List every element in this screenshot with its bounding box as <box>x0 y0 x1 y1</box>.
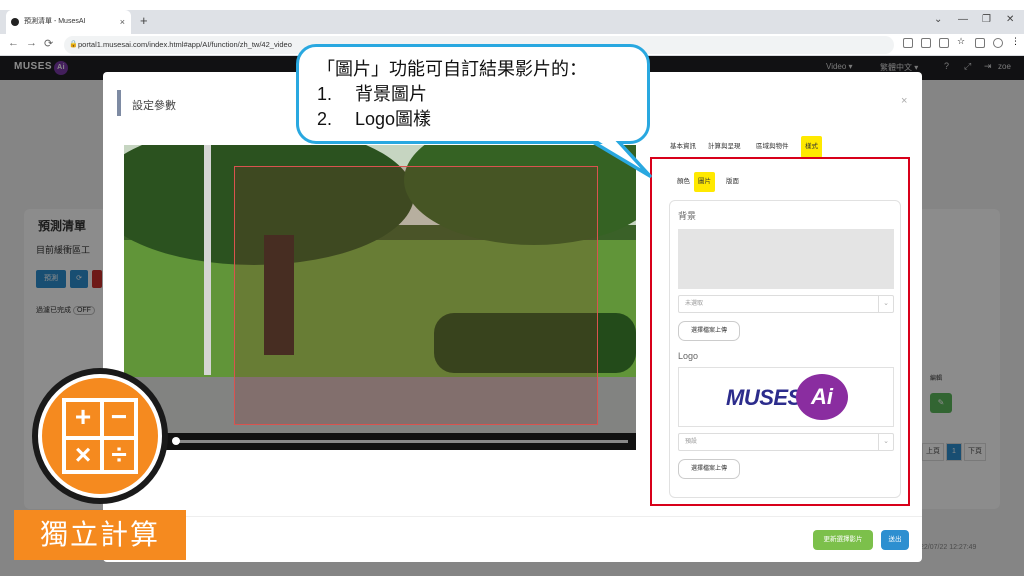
browser-tab[interactable]: 預測清單 - MusesAI × <box>6 10 131 34</box>
callout-bubble: 「圖片」功能可自訂結果影片的： 1. 背景圖片 2. Logo圖樣 <box>296 44 650 144</box>
background-select[interactable]: 未選取 ⌄ <box>678 295 894 313</box>
reload-icon[interactable]: ⟳ <box>44 37 53 50</box>
callout-item: 2. Logo圖樣 <box>317 109 432 129</box>
video-controls <box>124 433 636 450</box>
lock-icon: 🔒 <box>69 41 78 48</box>
close-tab-icon[interactable]: × <box>120 10 125 34</box>
tab-basic-info[interactable]: 基本資訊 <box>666 136 700 158</box>
screenshot: 預測清單 - MusesAI × + ⌄ — ❐ ✕ ← → ⟳ 🔒 porta… <box>0 0 1024 576</box>
minimize-button[interactable]: — <box>958 14 968 25</box>
background-label: 背景 <box>678 211 697 221</box>
profile-icon[interactable] <box>993 38 1003 48</box>
divide-icon: ÷ <box>100 436 138 474</box>
callout-line: 「圖片」功能可自訂結果影片的： <box>317 59 587 79</box>
background-select-value: 未選取 <box>685 301 704 307</box>
title-accent-bar <box>117 90 121 116</box>
back-icon[interactable]: ← <box>8 37 19 49</box>
subtab-image[interactable]: 圖片 <box>694 172 715 192</box>
background-upload-button[interactable]: 選擇檔案上傳 <box>678 321 740 341</box>
callout-text: 「圖片」功能可自訂結果影片的： 1. 背景圖片 2. Logo圖樣 <box>317 57 587 132</box>
browser-tab-bar: 預測清單 - MusesAI × + ⌄ — ❐ ✕ <box>0 10 1024 34</box>
close-window-button[interactable]: ✕ <box>1006 14 1014 25</box>
image-settings-panel: 背景 未選取 ⌄ 選擇檔案上傳 Logo MUSES Ai 預設 ⌄ 選擇檔案上… <box>669 200 901 498</box>
restore-button[interactable]: ❐ <box>982 14 991 25</box>
callout-item: 1. 背景圖片 <box>317 84 427 104</box>
minus-icon: − <box>100 398 138 436</box>
zoom-icon[interactable] <box>921 38 931 48</box>
region-of-interest[interactable] <box>234 166 598 425</box>
logo-upload-button[interactable]: 選擇檔案上傳 <box>678 459 740 479</box>
tab-region-object[interactable]: 區域與物件 <box>752 136 793 158</box>
logo-label: Logo <box>678 351 699 361</box>
forward-icon[interactable]: → <box>26 37 37 49</box>
sidepanel-icon[interactable] <box>975 38 985 48</box>
favicon-icon <box>11 18 19 26</box>
bookmark-star-icon[interactable]: ☆ <box>957 36 967 46</box>
chevron-down-icon: ⌄ <box>878 434 889 450</box>
calculator-badge-fill: + − × ÷ <box>42 378 158 494</box>
logo-ai-badge: Ai <box>796 374 848 420</box>
tab-menu-icon[interactable]: ⌄ <box>934 14 942 25</box>
background-preview <box>678 229 894 289</box>
close-icon[interactable]: × <box>901 95 907 107</box>
new-tab-button[interactable]: + <box>140 13 148 28</box>
multiply-icon: × <box>62 436 100 474</box>
url-text: portal1.musesai.com/index.html#app/AI/fu… <box>78 40 292 49</box>
settings-modal: 設定參數 × 基本資訊 計算與呈現 區域與物件 樣式 顏色 圖片 版面 背景 未… <box>103 72 922 562</box>
video-seek-handle[interactable] <box>172 437 180 445</box>
share-icon[interactable] <box>939 38 949 48</box>
subtab-color[interactable]: 顏色 <box>673 172 694 192</box>
modal-footer-divider <box>103 516 922 517</box>
logo-preview: MUSES Ai <box>678 367 894 427</box>
tab-style[interactable]: 樣式 <box>801 136 822 158</box>
subtab-layout[interactable]: 版面 <box>722 172 743 192</box>
update-video-button[interactable]: 更新選擇影片 <box>813 530 873 550</box>
logo-select[interactable]: 預設 ⌄ <box>678 433 894 451</box>
browser-menu-icon[interactable]: ⋮ <box>1011 36 1021 46</box>
independent-calc-text: 獨立計算 <box>39 519 160 550</box>
translate-icon[interactable] <box>903 38 913 48</box>
submit-button[interactable]: 送出 <box>881 530 909 550</box>
video-seek-bar[interactable] <box>176 440 628 443</box>
video-preview[interactable] <box>124 145 636 450</box>
calculator-badge: + − × ÷ <box>32 368 168 504</box>
modal-title: 設定參數 <box>132 100 176 112</box>
logo-wordmark: MUSES <box>726 385 802 410</box>
independent-calc-label: 獨立計算 <box>14 510 186 560</box>
chevron-down-icon: ⌄ <box>878 296 889 312</box>
tab-compute-display[interactable]: 計算與呈現 <box>704 136 745 158</box>
browser-tab-title: 預測清單 - MusesAI <box>24 18 86 25</box>
plus-icon: + <box>62 398 100 436</box>
logo-select-value: 預設 <box>685 439 698 445</box>
